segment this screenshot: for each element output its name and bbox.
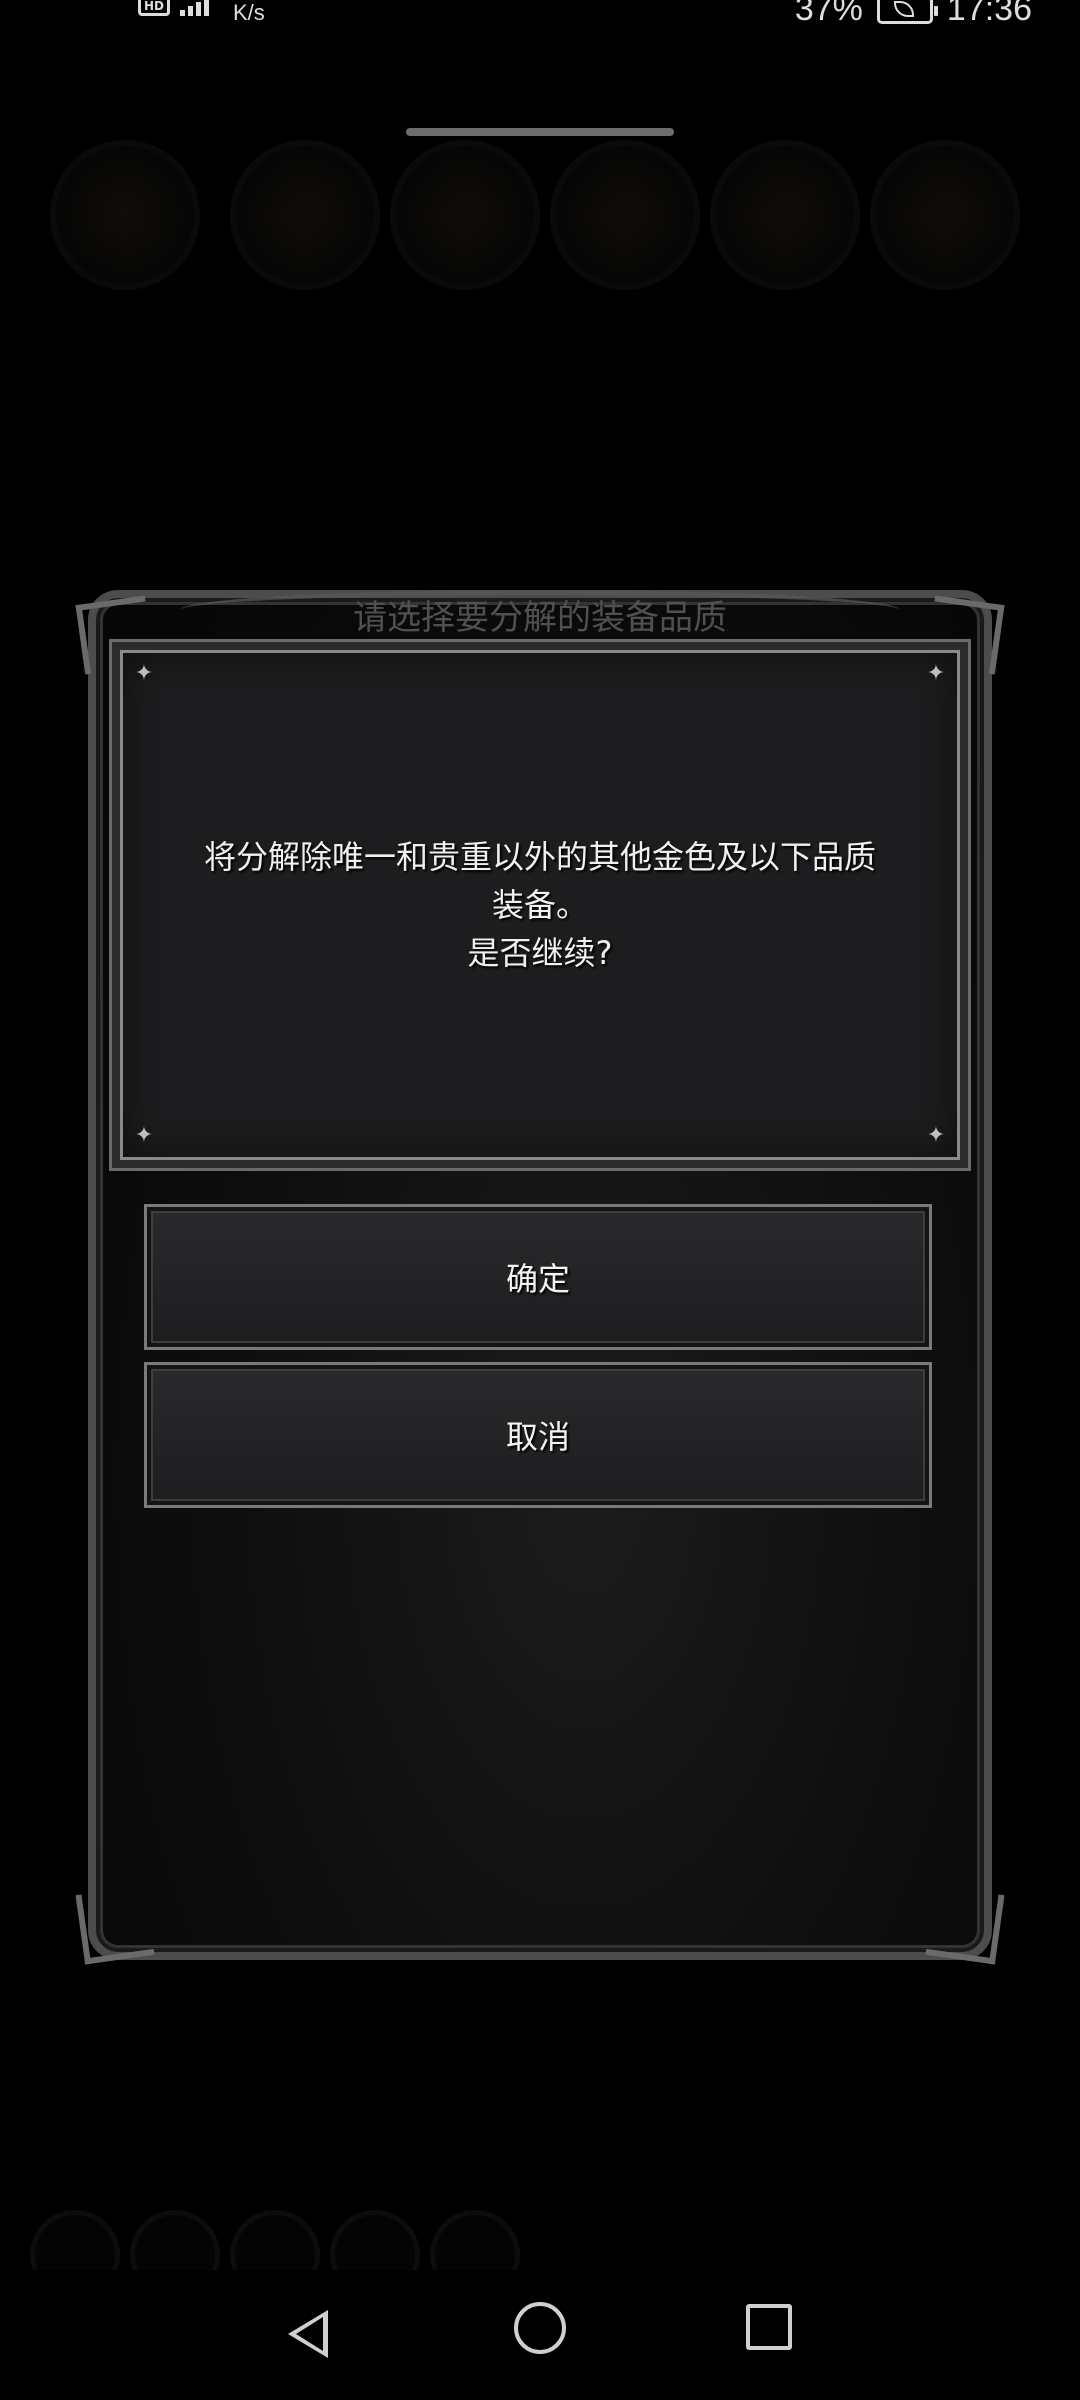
signal-icon: [180, 0, 209, 16]
battery-percent: 37%: [794, 0, 863, 28]
background-item-slot: [550, 140, 700, 290]
confirm-button[interactable]: 确定: [144, 1204, 932, 1350]
status-right: 37% 17:36: [795, 0, 1032, 29]
background-item-slot: [870, 140, 1020, 290]
status-bar: HD K/s 37% 17:36: [0, 0, 1080, 40]
frame-corner-ornament: [75, 1885, 155, 1965]
sparkle-icon: ✦: [926, 661, 946, 686]
frame-corner-ornament: [925, 1885, 1005, 1965]
leaf-icon: [893, 0, 914, 17]
battery-icon: [876, 0, 938, 24]
status-left: HD K/s: [138, 0, 265, 24]
background-item-slot: [50, 140, 200, 290]
confirm-button-label: 确定: [505, 1260, 570, 1298]
background-item-slot: [710, 140, 860, 290]
sparkle-icon: ✦: [134, 661, 154, 686]
background-item-slot: [230, 140, 380, 290]
network-speed: K/s: [233, 0, 265, 25]
home-icon[interactable]: [514, 2302, 566, 2354]
hd-icon: HD: [138, 0, 170, 16]
cancel-button[interactable]: 取消: [144, 1362, 932, 1508]
sheet-handle[interactable]: [406, 128, 674, 136]
navigation-bar: [0, 2270, 1080, 2400]
recent-apps-icon[interactable]: [746, 2304, 792, 2350]
message-box: ✦ ✦ ✦ ✦ 将分解除唯一和贵重以外的其他金色及以下品质 装备。 是否继续?: [120, 650, 960, 1160]
clock: 17:36: [946, 0, 1032, 28]
background-title: 请选择要分解的装备品质: [353, 598, 727, 638]
background-item-slot: [390, 140, 540, 290]
back-icon[interactable]: [288, 2310, 328, 2358]
sparkle-icon: ✦: [134, 1123, 154, 1148]
dialog-message: 将分解除唯一和贵重以外的其他金色及以下品质 装备。 是否继续?: [203, 838, 876, 972]
sparkle-icon: ✦: [926, 1123, 946, 1148]
cancel-button-label: 取消: [505, 1418, 570, 1456]
